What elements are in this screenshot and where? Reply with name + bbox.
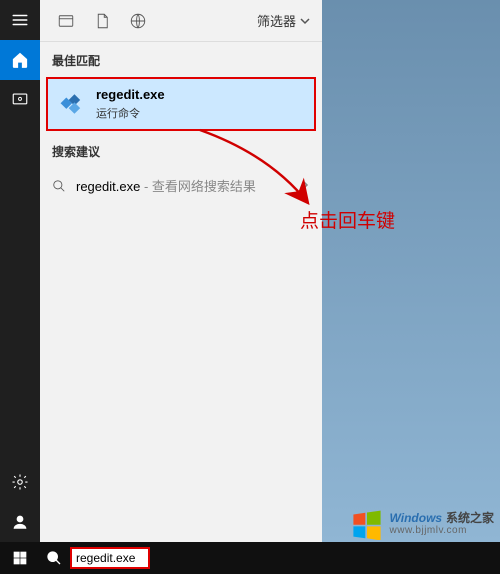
- result-subtitle: 运行命令: [96, 105, 165, 121]
- tab-web-icon[interactable]: [120, 3, 156, 39]
- user-icon[interactable]: [0, 502, 40, 542]
- suggest-separator: -: [140, 179, 152, 194]
- desktop-background: [322, 0, 500, 574]
- search-suggestion[interactable]: regedit.exe - 查看网络搜索结果: [40, 166, 322, 205]
- best-match-label: 最佳匹配: [40, 42, 322, 75]
- search-panel: 筛选器 最佳匹配 regedit.exe 运行命令 搜索建议: [40, 0, 322, 574]
- regedit-icon: [58, 90, 86, 118]
- suggest-query: regedit.exe: [76, 179, 140, 194]
- menu-icon[interactable]: [0, 0, 40, 40]
- suggest-hint: 查看网络搜索结果: [152, 179, 256, 194]
- sidebar: [0, 0, 40, 574]
- chevron-right-icon: [300, 178, 310, 193]
- panel-header: 筛选器: [40, 0, 322, 42]
- result-title: regedit.exe: [96, 87, 165, 102]
- tab-documents-icon[interactable]: [84, 3, 120, 39]
- suggest-label: 搜索建议: [40, 133, 322, 166]
- home-icon[interactable]: [0, 40, 40, 80]
- search-icon: [52, 179, 66, 193]
- search-input[interactable]: [70, 547, 150, 569]
- settings-icon[interactable]: [0, 462, 40, 502]
- taskbar: [0, 542, 500, 574]
- chevron-down-icon: [300, 16, 310, 26]
- taskbar-search-icon[interactable]: [40, 542, 68, 574]
- screen-icon[interactable]: [0, 80, 40, 120]
- filter-label: 筛选器: [257, 11, 296, 30]
- start-button[interactable]: [0, 542, 40, 574]
- tab-apps-icon[interactable]: [48, 3, 84, 39]
- filter-dropdown[interactable]: 筛选器: [257, 11, 314, 30]
- best-match-result[interactable]: regedit.exe 运行命令: [46, 77, 316, 131]
